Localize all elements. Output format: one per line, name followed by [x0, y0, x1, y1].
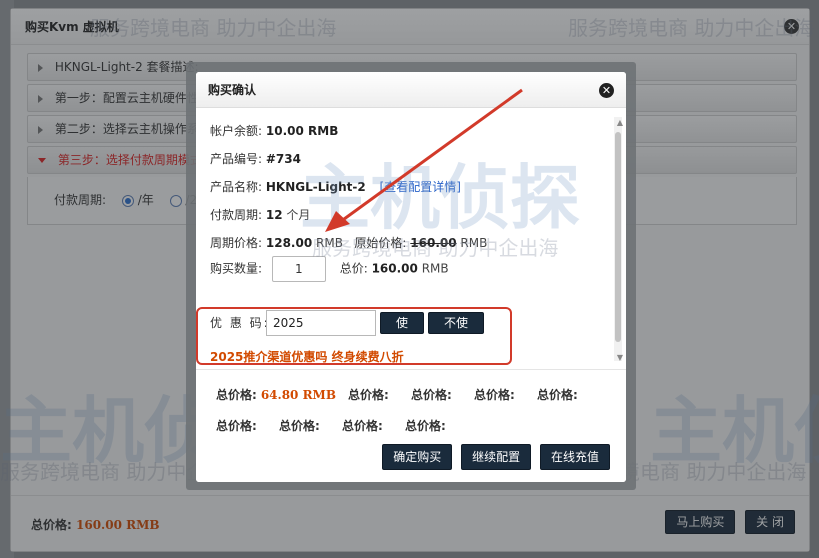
arrow-shaft — [339, 88, 523, 224]
arrow-head — [325, 211, 350, 232]
annotation-arrow — [325, 88, 523, 232]
